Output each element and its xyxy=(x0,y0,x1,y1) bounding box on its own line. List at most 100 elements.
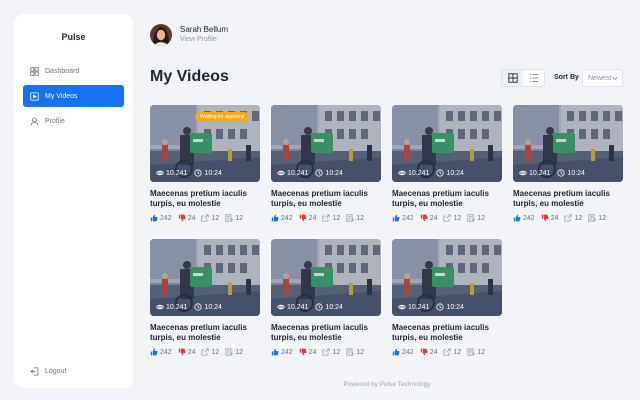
eye-icon xyxy=(156,304,164,310)
brand-logo[interactable]: Pulse xyxy=(14,32,133,42)
avatar[interactable] xyxy=(150,24,172,46)
video-title[interactable]: Maecenas pretium iaculis turpis, eu mole… xyxy=(150,323,260,343)
thumbs-down-icon xyxy=(420,214,428,222)
view-count: 10.241 xyxy=(408,169,430,177)
dislikes-stat[interactable]: 24 xyxy=(299,348,316,356)
dislikes-stat[interactable]: 24 xyxy=(541,214,559,222)
thumbs-up-icon xyxy=(392,214,400,222)
saves-stat[interactable]: 12 xyxy=(225,348,243,356)
saves-stat[interactable]: 12 xyxy=(346,214,364,222)
eye-icon xyxy=(156,170,164,176)
shares-stat[interactable]: 12 xyxy=(201,348,219,356)
saves-stat[interactable]: 12 xyxy=(467,348,485,356)
saves-stat[interactable]: 12 xyxy=(588,214,606,222)
video-thumbnail[interactable]: 10.241 10:24 xyxy=(392,239,502,316)
shares-stat[interactable]: 12 xyxy=(564,214,582,222)
eye-icon xyxy=(398,304,406,310)
video-title[interactable]: Maecenas pretium iaculis turpis, eu mole… xyxy=(150,189,260,209)
dashboard-icon xyxy=(30,66,39,76)
grid-icon xyxy=(507,73,518,83)
eye-icon xyxy=(398,170,406,176)
sidebar-item-my-videos[interactable]: My Videos xyxy=(23,85,124,107)
likes-stat[interactable]: 242 xyxy=(392,348,414,356)
video-title[interactable]: Maecenas pretium iaculis turpis, eu mole… xyxy=(392,323,502,343)
clock-icon xyxy=(436,169,445,177)
video-title[interactable]: Maecenas pretium iaculis turpis, eu mole… xyxy=(513,189,623,209)
list-icon xyxy=(529,74,538,82)
page-title: My Videos xyxy=(150,68,229,85)
list-view-button[interactable] xyxy=(523,70,544,86)
video-card[interactable]: 10.241 10:24 Maecenas pretium iaculis tu… xyxy=(271,239,381,356)
dislikes-stat[interactable]: 24 xyxy=(178,348,195,356)
shares-count: 12 xyxy=(453,214,462,222)
saves-stat[interactable]: 12 xyxy=(225,214,243,222)
dislikes-count: 24 xyxy=(308,214,317,222)
likes-count: 242 xyxy=(281,348,293,356)
bookmark-list-icon xyxy=(346,348,355,356)
dislikes-stat[interactable]: 24 xyxy=(420,214,437,222)
video-title[interactable]: Maecenas pretium iaculis turpis, eu mole… xyxy=(271,189,381,209)
logout-button[interactable]: Logout xyxy=(30,367,66,376)
shares-stat[interactable]: 12 xyxy=(322,214,340,222)
saves-stat[interactable]: 12 xyxy=(346,348,364,356)
shares-stat[interactable]: 12 xyxy=(443,348,461,356)
video-duration: 10:24 xyxy=(204,169,222,177)
dislikes-stat[interactable]: 24 xyxy=(420,348,437,356)
likes-stat[interactable]: 242 xyxy=(392,214,414,222)
share-icon xyxy=(443,348,452,356)
clock-icon xyxy=(194,169,203,177)
shares-count: 12 xyxy=(574,214,583,222)
video-duration: 10:24 xyxy=(325,303,343,311)
video-card[interactable]: 10.241 10:24 Maecenas pretium iaculis tu… xyxy=(392,239,502,356)
video-thumbnail[interactable]: 10.241 10:24 xyxy=(150,239,260,316)
video-card[interactable]: 10.241 10:24 Maecenas pretium iaculis tu… xyxy=(513,105,623,222)
video-engagement: 242 24 12 12 xyxy=(513,214,623,222)
video-thumbnail[interactable]: 10.241 10:24 Waiting for approval xyxy=(150,105,260,182)
video-card[interactable]: 10.241 10:24 Waiting for approval Maecen… xyxy=(150,105,260,222)
video-title[interactable]: Maecenas pretium iaculis turpis, eu mole… xyxy=(392,189,502,209)
video-thumbnail[interactable]: 10.241 10:24 xyxy=(271,239,381,316)
eye-icon xyxy=(277,304,285,310)
bookmark-list-icon xyxy=(225,214,234,222)
sidebar-item-profile[interactable]: Profile xyxy=(23,110,124,132)
clock-icon xyxy=(436,303,445,311)
sort-select[interactable]: Newest xyxy=(582,69,623,87)
grid-view-button[interactable] xyxy=(502,70,523,86)
thumbs-down-icon xyxy=(420,348,428,356)
shares-stat[interactable]: 12 xyxy=(201,214,219,222)
saves-count: 12 xyxy=(598,214,607,222)
likes-count: 242 xyxy=(160,214,172,222)
video-card[interactable]: 10.241 10:24 Maecenas pretium iaculis tu… xyxy=(150,239,260,356)
video-card[interactable]: 10.241 10:24 Maecenas pretium iaculis tu… xyxy=(271,105,381,222)
shares-stat[interactable]: 12 xyxy=(322,348,340,356)
thumbs-down-icon xyxy=(299,348,307,356)
clock-icon xyxy=(315,303,324,311)
dislikes-count: 24 xyxy=(550,214,559,222)
bookmark-list-icon xyxy=(588,214,597,222)
likes-stat[interactable]: 242 xyxy=(150,214,172,222)
dislikes-stat[interactable]: 24 xyxy=(178,214,196,222)
sidebar-item-dashboard[interactable]: Dashboard xyxy=(23,60,124,82)
shares-stat[interactable]: 12 xyxy=(443,214,461,222)
dislikes-count: 24 xyxy=(187,214,196,222)
video-title[interactable]: Maecenas pretium iaculis turpis, eu mole… xyxy=(271,323,381,343)
bookmark-list-icon xyxy=(225,348,234,356)
video-card[interactable]: 10.241 10:24 Maecenas pretium iaculis tu… xyxy=(392,105,502,222)
dislikes-stat[interactable]: 24 xyxy=(299,214,317,222)
likes-count: 242 xyxy=(160,348,172,356)
video-thumbnail[interactable]: 10.241 10:24 xyxy=(392,105,502,182)
likes-stat[interactable]: 242 xyxy=(150,348,172,356)
video-thumbnail[interactable]: 10.241 10:24 xyxy=(513,105,623,182)
video-engagement: 242 24 12 12 xyxy=(392,214,502,222)
view-profile-link[interactable]: View Profile xyxy=(180,35,228,45)
likes-stat[interactable]: 242 xyxy=(271,348,293,356)
saves-stat[interactable]: 12 xyxy=(467,214,485,222)
likes-stat[interactable]: 242 xyxy=(513,214,535,222)
saves-count: 12 xyxy=(235,214,244,222)
likes-count: 242 xyxy=(281,214,293,222)
video-engagement: 242 24 12 12 xyxy=(150,214,260,222)
thumbnail-stats: 10.241 10:24 xyxy=(156,303,222,311)
thumbnail-stats: 10.241 10:24 xyxy=(398,169,464,177)
likes-stat[interactable]: 242 xyxy=(271,214,293,222)
video-thumbnail[interactable]: 10.241 10:24 xyxy=(271,105,381,182)
